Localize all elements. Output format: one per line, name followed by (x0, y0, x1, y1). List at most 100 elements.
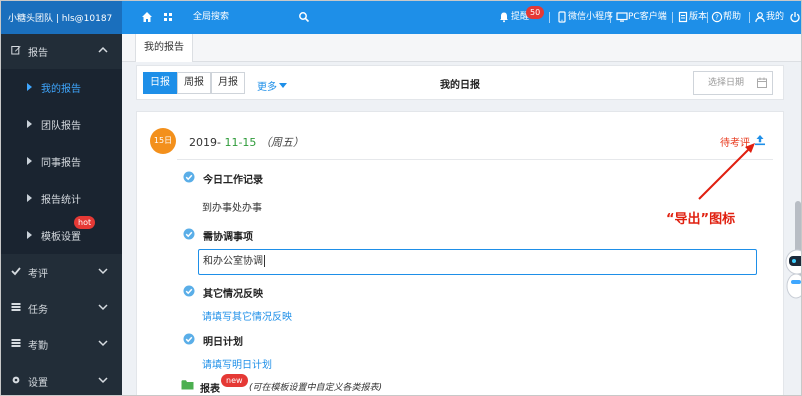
sidebar-item-label: 我的报告 (41, 84, 81, 95)
sidebar-item-label: 设置 (28, 378, 48, 389)
help-icon[interactable]: ? (711, 11, 723, 23)
document-icon[interactable] (677, 11, 689, 23)
miniprogram-link[interactable]: 微信小程序 (568, 11, 613, 23)
chevron-down-icon (98, 340, 108, 347)
caret-right-icon (27, 83, 32, 91)
caret-right-icon (27, 157, 32, 165)
sidebar-item-report-stats[interactable]: 报告统计 (1, 180, 122, 217)
caret-right-icon (27, 231, 32, 239)
other-input[interactable]: 请填写其它情况反映 (202, 308, 292, 323)
monthly-tab-button[interactable]: 月报 (211, 72, 245, 94)
check-circle-icon (183, 333, 195, 345)
topbar-divider (610, 12, 611, 23)
remind-count-badge: 50 (526, 6, 545, 19)
global-search-label[interactable]: 全局搜索 (193, 11, 229, 23)
divider (177, 159, 773, 160)
assistant-robot-icon[interactable] (781, 244, 802, 301)
report-month-day: 11-15 (224, 136, 257, 149)
help-link[interactable]: 帮助 (723, 11, 741, 23)
sidebar-item-colleague-report[interactable]: 同事报告 (1, 143, 122, 180)
user-icon[interactable] (754, 11, 766, 23)
grid-icon[interactable] (162, 11, 174, 23)
bell-icon[interactable] (498, 11, 510, 23)
chevron-up-icon (98, 46, 108, 53)
tab-my-report[interactable]: 我的报告 (135, 34, 193, 62)
chevron-down-icon (98, 377, 108, 384)
sidebar: 报告 我的报告 团队报告 同事报告 报告统计 模板设置 hot 考评 任务 考勤… (1, 34, 122, 395)
home-icon[interactable] (141, 11, 153, 23)
table-title: 报表 (200, 384, 220, 395)
weekly-tab-button[interactable]: 周报 (177, 72, 211, 94)
check-circle-icon (183, 228, 195, 240)
caret-right-icon (27, 120, 32, 128)
topbar-divider (707, 12, 708, 23)
sidebar-item-label: 考勤 (28, 341, 48, 352)
sidebar-item-label: 考评 (28, 269, 48, 280)
sidebar-item-label: 同事报告 (41, 158, 81, 169)
today-work-title: 今日工作记录 (203, 175, 263, 186)
sidebar-item-team-report[interactable]: 团队报告 (1, 106, 122, 143)
sidebar-item-label: 模板设置 (41, 232, 81, 243)
power-icon[interactable] (789, 11, 801, 23)
table-hint: (可在模板设置中自定义各类报表) (249, 383, 383, 393)
check-circle-icon (183, 171, 195, 183)
annotation-arrow (698, 143, 755, 200)
today-work-value[interactable]: 到办事处办事 (202, 199, 262, 214)
report-weekday: （周五） (259, 136, 304, 149)
hot-badge: hot (74, 216, 96, 229)
other-title: 其它情况反映 (203, 289, 263, 300)
report-date: 2019- 11-15 （周五） (189, 134, 304, 150)
calendar-icon[interactable] (757, 77, 767, 88)
monitor-icon[interactable] (616, 11, 628, 23)
sidebar-item-label: 任务 (28, 305, 48, 316)
more-dropdown[interactable]: 更多 (257, 78, 277, 93)
day-badge: 15日 (150, 128, 176, 154)
topbar-divider (549, 12, 550, 23)
annotation-label: “导出”图标 (666, 212, 736, 227)
phone-icon[interactable] (556, 11, 568, 23)
caret-right-icon (27, 194, 32, 202)
report-year: 2019- (189, 136, 221, 149)
chevron-down-icon (98, 304, 108, 311)
daily-tab-button[interactable]: 日报 (143, 72, 177, 94)
sidebar-item-label: 团队报告 (41, 121, 81, 132)
top-bar: 小糖头团队 | hls@10187 全局搜索 提醒 50 微信小程序 PC客户端 (1, 1, 801, 34)
sidebar-item-template-settings[interactable]: 模板设置 hot (1, 216, 122, 254)
sidebar-item-review[interactable]: 考评 (1, 254, 122, 288)
gear-icon (12, 376, 20, 384)
sidebar-item-label: 报告统计 (41, 195, 81, 206)
chevron-down-icon (98, 268, 108, 275)
list-icon (11, 303, 21, 311)
tab-bar: 我的报告 (122, 34, 801, 62)
report-toolbar: 我的日报 日报 周报 月报 更多 选择日期 (136, 65, 784, 100)
svg-text:?: ? (715, 14, 719, 22)
sidebar-item-attendance[interactable]: 考勤 (1, 326, 122, 360)
sidebar-item-settings[interactable]: 设置 (1, 363, 122, 395)
report-card: 15日 2019- 11-15 （周五） 待考评 今日工作记录 到办事处办事 需… (136, 111, 784, 395)
tomorrow-input[interactable]: 请填写明日计划 (202, 356, 272, 371)
sidebar-item-report[interactable]: 报告 (1, 34, 122, 66)
check-icon (11, 267, 21, 276)
topbar-divider (749, 12, 750, 23)
version-link[interactable]: 版本 (689, 11, 707, 23)
folder-icon (181, 380, 194, 390)
coord-input-value: 和办公室协调 (203, 256, 263, 267)
new-badge: new (221, 374, 248, 387)
app-window: 小糖头团队 | hls@10187 全局搜索 提醒 50 微信小程序 PC客户端 (0, 0, 802, 396)
search-icon[interactable] (298, 11, 310, 23)
tomorrow-title: 明日计划 (203, 337, 243, 348)
mine-link[interactable]: 我的 (766, 11, 784, 23)
coord-title: 需协调事项 (203, 232, 253, 243)
coord-input[interactable]: 和办公室协调 (198, 249, 757, 275)
brand-label[interactable]: 小糖头团队 | hls@10187 (1, 1, 122, 34)
edit-icon (11, 46, 21, 55)
caret-down-icon[interactable] (279, 83, 287, 88)
topbar-divider (672, 12, 673, 23)
pc-client-link[interactable]: PC客户端 (628, 11, 667, 23)
sidebar-item-label: 报告 (28, 48, 48, 59)
list-icon (11, 339, 21, 347)
sidebar-item-task[interactable]: 任务 (1, 290, 122, 324)
text-caret (264, 255, 265, 267)
check-circle-icon (183, 285, 195, 297)
sidebar-item-my-report[interactable]: 我的报告 (1, 69, 122, 106)
